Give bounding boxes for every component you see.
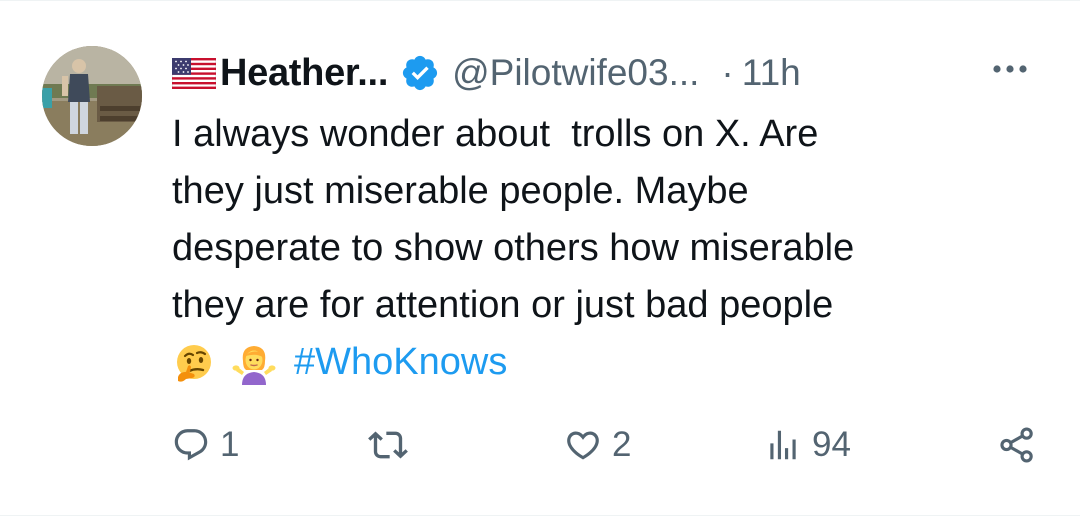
- like-count: 2: [612, 425, 632, 464]
- views-count: 94: [812, 425, 851, 464]
- thinking-face-emoji-icon: [177, 344, 211, 382]
- avatar[interactable]: [42, 46, 142, 146]
- avatar-photo: [42, 46, 142, 146]
- tweet-text-line: they just miserable people. Maybe: [172, 170, 749, 212]
- tweet-text-line: desperate to show others how miserable: [172, 227, 855, 269]
- timestamp[interactable]: 11h: [742, 52, 801, 94]
- share-button[interactable]: [996, 417, 1038, 473]
- action-bar: 1 2 94: [172, 417, 1042, 473]
- views-bar-icon: [770, 430, 796, 460]
- heart-icon: [567, 431, 599, 460]
- author-name[interactable]: Heather...: [220, 52, 388, 95]
- hashtag-link[interactable]: #WhoKnows: [294, 334, 507, 391]
- separator-dot: ·: [721, 52, 734, 93]
- verified-badge-icon: [402, 55, 438, 91]
- retweet-icon: [368, 431, 408, 459]
- share-icon: [1000, 427, 1033, 463]
- tweet-text: I always wonder about trolls on X. Are t…: [172, 106, 1052, 391]
- views-button[interactable]: 94: [764, 417, 851, 473]
- tweet-card[interactable]: Heather... @Pilotwife03... · 11h I alway…: [0, 0, 1080, 516]
- person-shrugging-emoji-icon: [232, 345, 276, 385]
- reply-button[interactable]: 1: [172, 417, 239, 473]
- tweet-text-line: I always wonder about trolls on X. Are: [172, 113, 819, 155]
- us-flag-icon: [172, 57, 216, 89]
- more-dots-icon: [993, 65, 1027, 73]
- tweet-text-line: they are for attention or just bad peopl…: [172, 284, 834, 326]
- reply-count: 1: [220, 425, 240, 464]
- tweet-header: Heather... @Pilotwife03... · 11h: [172, 49, 1032, 97]
- author-handle[interactable]: @Pilotwife03...: [452, 52, 699, 94]
- retweet-button[interactable]: [368, 417, 418, 473]
- more-options-button[interactable]: [988, 49, 1032, 89]
- tweet-text-line-emojis: #WhoKnows: [172, 334, 1052, 391]
- like-button[interactable]: 2: [564, 417, 631, 473]
- reply-icon: [174, 429, 208, 461]
